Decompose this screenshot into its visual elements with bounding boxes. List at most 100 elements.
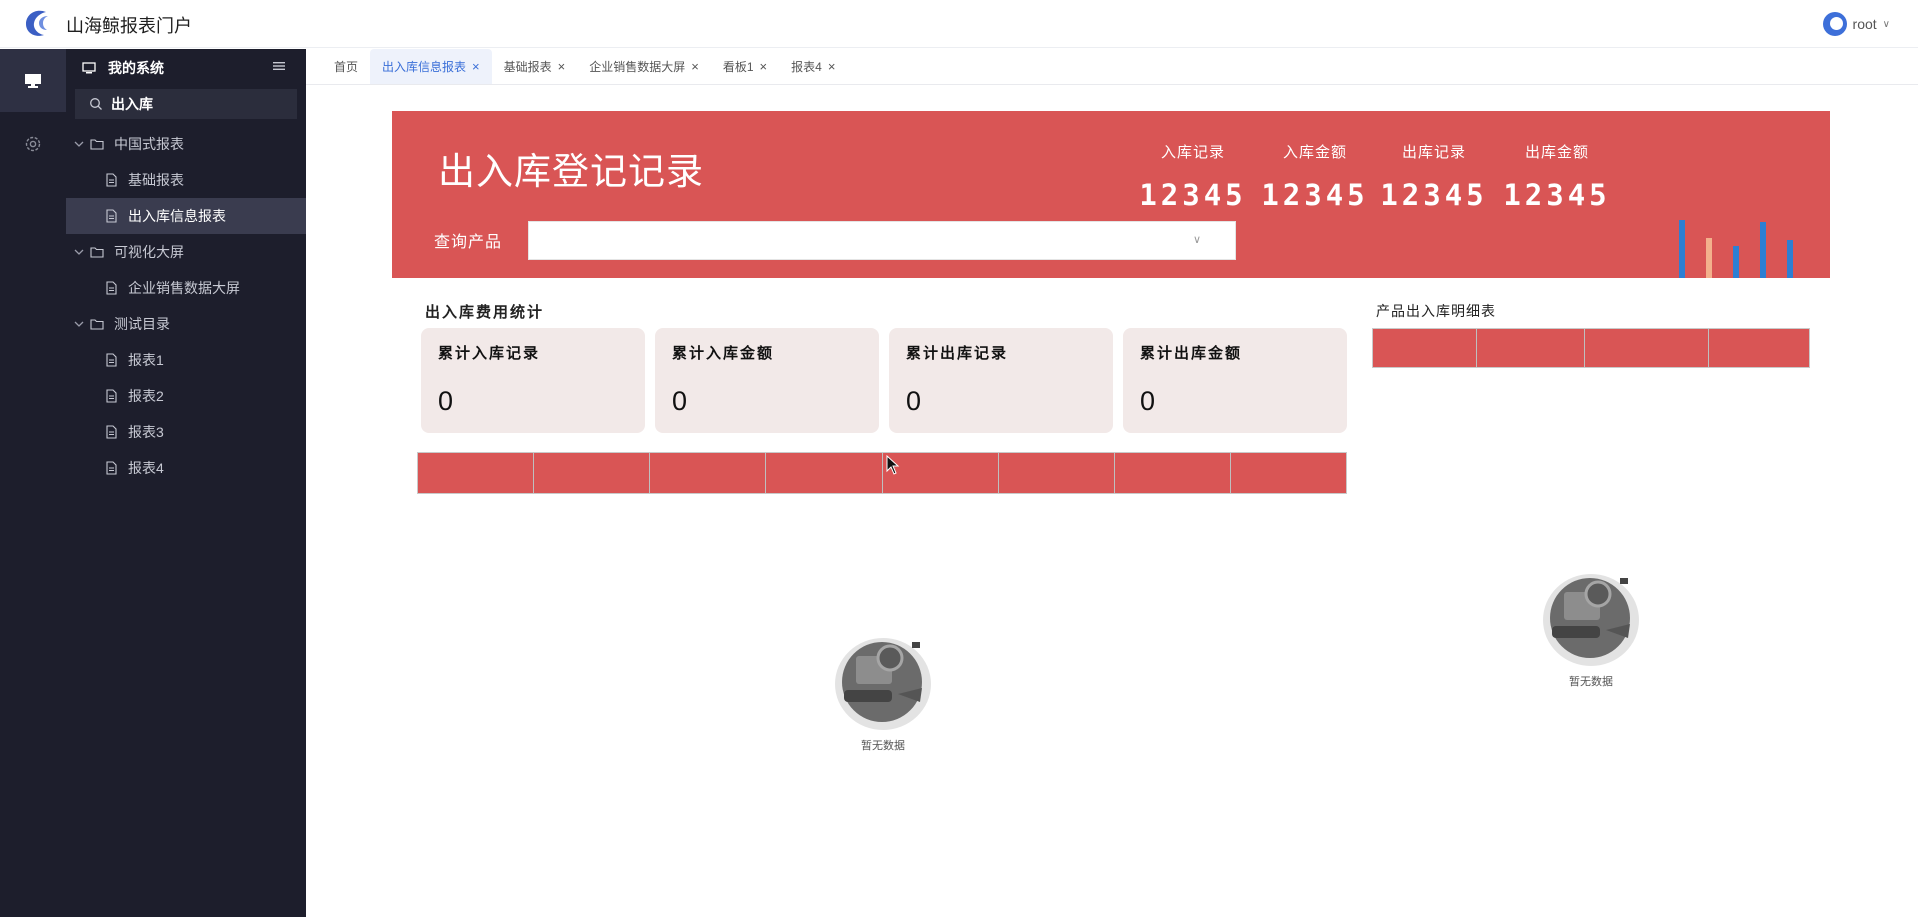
mini-bar [1679, 220, 1685, 278]
tree-item[interactable]: 基础报表 [66, 162, 306, 198]
table-header-cell [766, 453, 883, 493]
tab-0[interactable]: 首页 [322, 49, 370, 84]
tab-4[interactable]: 看板1 × [711, 49, 779, 84]
search-icon [90, 98, 102, 110]
card-value: 0 [672, 386, 688, 416]
tab-5[interactable]: 报表4 × [779, 49, 847, 84]
fee-table-header [417, 452, 1347, 494]
mini-bar [1733, 246, 1739, 278]
tree-item-label: 可视化大屏 [114, 244, 184, 260]
close-icon[interactable]: × [828, 59, 836, 74]
card-label: 累计入库金额 [672, 345, 775, 362]
mini-bar [1706, 238, 1712, 278]
user-menu[interactable]: root ∨ [1822, 12, 1890, 36]
report-banner: 出入库登记记录 查询产品 ∨ 入库记录 12345 入库金额 12345 出库记… [392, 111, 1830, 278]
query-product-select[interactable]: ∨ [528, 221, 1236, 260]
stat-inbound-records: 入库记录 12345 [1138, 141, 1248, 212]
file-icon [106, 209, 117, 223]
chevron-down-icon [74, 141, 84, 147]
menu-toggle-icon[interactable] [272, 59, 286, 73]
fee-card: 累计入库金额 0 [655, 328, 879, 433]
query-product-label: 查询产品 [434, 234, 503, 251]
stat-value: 12345 [1139, 178, 1247, 212]
stat-inbound-amount: 入库金额 12345 [1260, 141, 1370, 212]
tree-item-label: 报表2 [128, 388, 164, 404]
tree-folder[interactable]: 可视化大屏 [66, 234, 306, 270]
banner-title: 出入库登记记录 [438, 151, 704, 192]
fee-card: 累计出库记录 0 [889, 328, 1113, 433]
stat-outbound-amount: 出库金额 12345 [1502, 141, 1612, 212]
file-icon [106, 173, 117, 187]
tree-item-label: 报表3 [128, 424, 164, 440]
rail-settings-button[interactable] [0, 112, 66, 175]
tab-bar: 首页 出入库信息报表 × 基础报表 × 企业销售数据大屏 × 看板1 × 报表4 × [306, 49, 1918, 85]
folder-icon [90, 139, 104, 150]
empty-data-icon [1543, 574, 1639, 666]
fee-card: 累计入库记录 0 [421, 328, 645, 433]
table-header-cell [1373, 329, 1477, 367]
card-value: 0 [1140, 386, 1156, 416]
folder-icon [90, 247, 104, 258]
system-icon [82, 61, 96, 73]
stat-label: 出库金额 [1524, 144, 1589, 161]
tab-label: 看板1 [722, 60, 754, 74]
sidebar-system-title: 我的系统 [108, 59, 164, 76]
tree-item-label: 报表1 [128, 352, 164, 368]
file-icon [106, 425, 117, 439]
tab-label: 基础报表 [503, 60, 552, 74]
tab-1[interactable]: 出入库信息报表 × [370, 49, 492, 84]
report-tree: 中国式报表基础报表出入库信息报表可视化大屏企业销售数据大屏测试目录报表1 报表2 报… [66, 126, 306, 486]
card-label: 累计出库金额 [1140, 345, 1243, 362]
tab-label: 报表4 [791, 60, 822, 74]
mini-bar [1787, 240, 1793, 278]
tree-item[interactable]: 出入库信息报表 [66, 198, 306, 234]
stat-label: 入库金额 [1282, 144, 1347, 161]
card-value: 0 [438, 386, 454, 416]
table-header-cell [999, 453, 1115, 493]
card-value: 0 [906, 386, 922, 416]
table-header-cell [1231, 453, 1346, 493]
gear-icon [25, 136, 41, 151]
stat-label: 入库记录 [1160, 144, 1225, 161]
tree-folder[interactable]: 测试目录 [66, 306, 306, 342]
tree-item[interactable]: 企业销售数据大屏 [66, 270, 306, 306]
tree-item[interactable]: 报表4 [66, 450, 306, 486]
card-label: 累计入库记录 [438, 345, 541, 362]
table-header-cell [650, 453, 767, 493]
detail-table-header [1372, 328, 1810, 368]
file-icon [106, 461, 117, 475]
table-header-cell [418, 453, 535, 493]
tree-item-label: 出入库信息报表 [128, 208, 226, 224]
close-icon[interactable]: × [558, 59, 566, 74]
tab-3[interactable]: 企业销售数据大屏 × [577, 49, 711, 84]
sidebar-header: 我的系统 [66, 49, 306, 86]
sidebar-search-input[interactable]: 出入库 [75, 89, 297, 119]
tree-item-label: 企业销售数据大屏 [128, 280, 240, 296]
tree-item[interactable]: 报表3 [66, 414, 306, 450]
close-icon[interactable]: × [760, 59, 768, 74]
sidebar-search-value: 出入库 [111, 96, 153, 112]
tab-label: 出入库信息报表 [382, 60, 467, 74]
tree-item-label: 基础报表 [128, 172, 184, 188]
file-icon [106, 353, 117, 367]
folder-icon [90, 319, 104, 330]
app-title: 山海鲸报表门户 [66, 16, 192, 36]
tree-item-label: 测试目录 [114, 316, 170, 332]
chevron-down-icon: ∨ [1192, 234, 1201, 246]
empty-text: 暂无数据 [861, 740, 905, 752]
close-icon[interactable]: × [472, 59, 480, 74]
tree-item[interactable]: 报表1 [66, 342, 306, 378]
app-logo-icon [26, 10, 48, 36]
chevron-down-icon [74, 321, 84, 327]
fee-table-empty: 暂无数据 [822, 632, 944, 753]
detail-table-title: 产品出入库明细表 [1376, 303, 1496, 319]
stat-value: 12345 [1503, 178, 1611, 212]
close-icon[interactable]: × [691, 59, 699, 74]
fee-card: 累计出库金额 0 [1123, 328, 1347, 433]
tree-item[interactable]: 报表2 [66, 378, 306, 414]
tab-2[interactable]: 基础报表 × [492, 49, 578, 84]
rail-monitor-button[interactable] [0, 49, 66, 112]
stat-value: 12345 [1380, 178, 1488, 212]
tree-folder[interactable]: 中国式报表 [66, 126, 306, 162]
stat-label: 出库记录 [1401, 144, 1466, 161]
